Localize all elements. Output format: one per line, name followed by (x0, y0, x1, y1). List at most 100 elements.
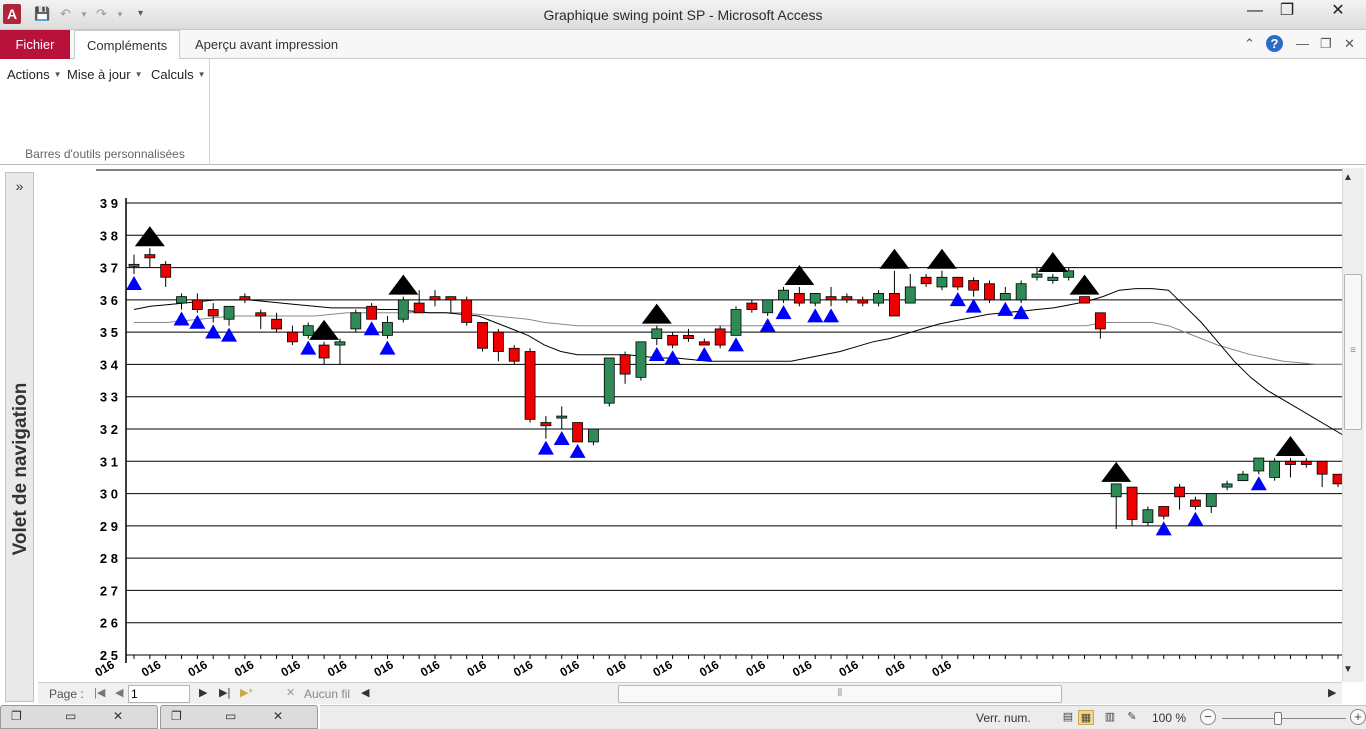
y-tick-label: 3 1 (100, 454, 118, 469)
nav-pane-label[interactable]: Volet de navigation (10, 359, 32, 579)
window-title: Graphique swing point SP - Microsoft Acc… (543, 7, 823, 23)
candle-up (302, 325, 314, 336)
candle-down (714, 328, 726, 346)
candle-down (857, 299, 869, 304)
maximize-icon[interactable]: ▭ (65, 709, 76, 723)
layout-view-icon[interactable]: ▥ (1102, 710, 1118, 725)
candle-down (889, 293, 900, 317)
zoom-slider[interactable] (1222, 718, 1346, 719)
candle-down (366, 305, 378, 320)
candle-down (429, 296, 441, 301)
first-page-icon[interactable]: |◀ (94, 686, 105, 699)
candle-up (1253, 457, 1265, 472)
doc-restore-icon[interactable]: ❐ (1320, 36, 1332, 52)
tab-apercu[interactable]: Aperçu avant impression (183, 30, 350, 59)
restore-button[interactable]: ❐ (1264, 0, 1310, 22)
calculs-menu[interactable]: Calculs ▼ (151, 67, 206, 82)
page-navigation-bar: Page : |◀ ◀ 1 ▶ ▶| ▶* ✕ Aucun fil ◀ ⦀ ▶ (38, 682, 1342, 704)
close-icon[interactable]: ✕ (273, 709, 283, 723)
candle-up (334, 341, 346, 346)
candle-up (1110, 483, 1122, 498)
candle-down (191, 299, 203, 310)
candle-down (683, 334, 694, 340)
calculs-menu-label: Calculs (151, 67, 194, 82)
y-tick-label: 2 7 (100, 583, 118, 598)
chevron-down-icon: ▼ (53, 70, 62, 79)
tab-complements[interactable]: Compléments (74, 30, 181, 60)
last-page-icon[interactable]: ▶| (219, 686, 230, 699)
navigation-pane[interactable]: » Volet de navigation (5, 172, 34, 702)
zoom-slider-thumb[interactable] (1274, 712, 1282, 725)
candle-up (1221, 483, 1233, 488)
expand-nav-icon[interactable]: » (6, 175, 33, 197)
new-record-icon[interactable]: ▶* (240, 686, 253, 699)
candle-up (350, 312, 362, 330)
candle-down (968, 280, 980, 291)
restore-icon[interactable]: ❐ (11, 709, 22, 723)
scroll-up-icon[interactable]: ▲ (1343, 172, 1353, 183)
minimized-window-2[interactable]: ❐ ▭ ✕ (160, 705, 318, 729)
candle-down (920, 276, 932, 285)
candle-down (698, 341, 710, 346)
candle-down (461, 299, 473, 323)
candle-up (635, 341, 647, 378)
candle-down (841, 296, 853, 301)
tab-fichier[interactable]: Fichier (0, 30, 70, 59)
previous-page-icon[interactable]: ◀ (115, 686, 123, 699)
candle-down (144, 254, 156, 259)
mise-a-jour-menu-label: Mise à jour (67, 67, 131, 82)
candle-down (667, 334, 679, 346)
minimize-ribbon-icon[interactable]: ⌃ (1244, 36, 1255, 52)
candle-up (1205, 493, 1217, 507)
next-page-icon[interactable]: ▶ (199, 686, 207, 699)
actions-menu-label: Actions (7, 67, 50, 82)
design-view-icon[interactable]: ✎ (1124, 710, 1140, 725)
candle-up (778, 289, 789, 301)
scroll-left-icon[interactable]: ◀ (361, 686, 369, 699)
candle-down (619, 354, 631, 375)
page-number-input[interactable]: 1 (128, 685, 190, 703)
y-tick-label: 3 7 (100, 261, 118, 276)
candle-up (603, 357, 615, 404)
candle-down (572, 422, 583, 443)
candle-up (397, 299, 409, 320)
y-tick-label: 3 5 (100, 325, 118, 340)
chevron-down-icon: ▼ (134, 70, 143, 79)
candle-down (271, 318, 282, 330)
filter-icon[interactable]: ✕ (286, 686, 295, 699)
zoom-out-button[interactable]: − (1200, 709, 1216, 725)
candle-up (176, 296, 187, 304)
candle-down (1174, 486, 1185, 498)
restore-icon[interactable]: ❐ (171, 709, 182, 723)
vertical-scroll-thumb[interactable]: ≡ (1344, 274, 1362, 430)
close-button[interactable]: ✕ (1310, 0, 1366, 22)
candle-up (588, 428, 599, 443)
doc-close-icon[interactable]: ✕ (1344, 36, 1355, 52)
y-tick-label: 3 2 (100, 422, 118, 437)
help-icon[interactable]: ? (1266, 35, 1283, 52)
candle-up (809, 293, 821, 304)
actions-menu[interactable]: Actions ▼ (7, 67, 62, 82)
horizontal-scroll-thumb[interactable]: ⦀ (618, 685, 1062, 703)
doc-minimize-icon[interactable]: — (1296, 36, 1309, 51)
form-view-icon[interactable]: ▤ (1060, 710, 1076, 725)
print-preview-icon[interactable]: ▦ (1078, 710, 1094, 725)
y-tick-label: 3 0 (100, 487, 118, 502)
page-label: Page : (49, 687, 84, 701)
y-tick-label: 3 4 (100, 357, 119, 372)
y-tick-label: 3 8 (100, 228, 118, 243)
minimized-window-1[interactable]: ❐ ▭ ✕ (0, 705, 158, 729)
y-tick-label: 3 3 (100, 390, 118, 405)
candle-up (904, 286, 916, 304)
candle-down (318, 344, 330, 359)
mise-a-jour-menu[interactable]: Mise à jour ▼ (67, 67, 143, 82)
candle-down (413, 302, 425, 314)
scroll-down-icon[interactable]: ▼ (1343, 664, 1353, 675)
candle-up (873, 293, 884, 304)
maximize-icon[interactable]: ▭ (225, 709, 236, 723)
zoom-in-button[interactable]: + (1350, 709, 1366, 725)
scroll-right-icon[interactable]: ▶ (1328, 686, 1336, 699)
filter-status[interactable]: Aucun fil (304, 687, 350, 701)
candle-down (1079, 296, 1090, 304)
close-icon[interactable]: ✕ (113, 709, 123, 723)
